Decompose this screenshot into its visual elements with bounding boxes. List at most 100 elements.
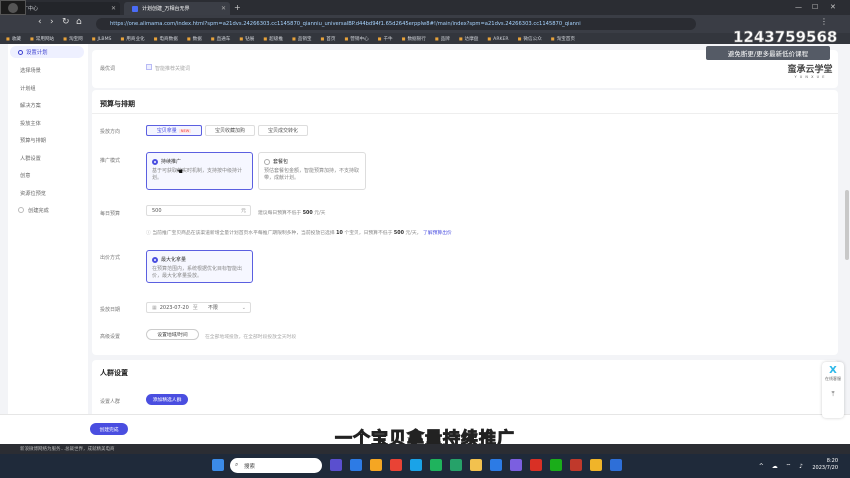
tab-plan-create[interactable]: 计划创建_万相台无界 ✕ — [124, 2, 230, 15]
new-tab-button[interactable]: + — [234, 3, 241, 12]
notice-link[interactable]: 了解预算出价 — [423, 231, 452, 236]
chrome-icon[interactable] — [470, 459, 482, 471]
app-icon[interactable] — [530, 459, 542, 471]
sidebar-item-scene[interactable]: 选择场景 — [20, 67, 41, 74]
bookmark-item[interactable]: 收藏 — [6, 36, 21, 42]
bookmark-item[interactable]: 首页 — [321, 36, 335, 42]
sidebar-item-label: 设置计划 — [26, 50, 48, 56]
bookmark-item[interactable]: 微信公众 — [518, 36, 541, 42]
scene-label: 投放方向 — [100, 129, 121, 135]
bookmark-item[interactable]: 达摩盘 — [459, 36, 479, 42]
input-value: 500 — [152, 207, 162, 214]
checkbox-icon[interactable] — [146, 64, 152, 70]
scene-option-traffic[interactable]: 宝贝拿量 NEW — [146, 125, 202, 136]
notice-text: 当前推广宝贝商品在该渠道新增全量计划首页水平每推广期限制多种，当前投放已选择 — [152, 231, 335, 236]
mode-option-package[interactable]: 套餐包 预估套餐包金额，智能预算加持，不支持取带，成献计划。 — [258, 152, 366, 190]
sidebar-item-finish[interactable]: 创建完成 — [28, 207, 49, 214]
add-crowd-button[interactable]: 添加精选人群 — [146, 394, 188, 405]
app-icon[interactable] — [370, 459, 382, 471]
tab-close-icon[interactable]: ✕ — [221, 5, 226, 12]
app-icon[interactable] — [330, 459, 342, 471]
sidebar-item-solution[interactable]: 解决方案 — [20, 102, 41, 109]
bookmark-item[interactable]: 淘宝首页 — [551, 36, 575, 42]
date-range-picker[interactable]: ▦ 2023-07-20 至 不限 ⌄ — [146, 302, 251, 313]
option-label: 宝贝拿量 — [156, 128, 177, 134]
app-icon[interactable] — [430, 459, 442, 471]
app-icon[interactable] — [450, 459, 462, 471]
close-window-icon[interactable]: ✕ — [830, 3, 836, 11]
divider — [92, 113, 838, 114]
reload-icon[interactable]: ↻ — [62, 17, 70, 27]
menu-icon[interactable]: ⋮ — [820, 17, 828, 26]
wps-icon[interactable] — [570, 459, 582, 471]
sidebar-item-subject[interactable]: 投放主体 — [20, 120, 41, 127]
page-scrollbar[interactable] — [845, 190, 849, 260]
bookmark-item[interactable]: JLBMS — [92, 36, 112, 42]
budget-card — [92, 90, 838, 355]
search-icon: ⌕ — [235, 461, 239, 468]
sidebar-item-active[interactable]: 设置计划 — [10, 46, 84, 58]
date-end: 不限 — [207, 305, 218, 311]
sidebar-item-budget[interactable]: 预算与排期 — [20, 137, 46, 144]
app-icon[interactable] — [390, 459, 402, 471]
sidebar-item-group[interactable]: 计划组 — [20, 85, 36, 92]
app-icon[interactable] — [350, 459, 362, 471]
bookmark-item[interactable]: 品销宝 — [292, 36, 312, 42]
option-desc: 预估套餐包金额，智能预算加持，不支持取带，成献计划。 — [264, 168, 360, 181]
input-unit: 元 — [240, 208, 246, 214]
app-icon[interactable] — [490, 459, 502, 471]
bookmark-item[interactable]: 淘宝网 — [63, 36, 83, 42]
app-icon[interactable] — [410, 459, 422, 471]
url-input[interactable]: https://one.alimama.com/index.html?spm=a… — [96, 18, 696, 30]
hint-unit: 元/天 — [314, 211, 326, 216]
back-to-top-icon[interactable]: ⤒ — [822, 390, 844, 399]
scene-option-collect[interactable]: 宝贝收藏加购 — [205, 125, 255, 136]
app-icon[interactable] — [510, 459, 522, 471]
mouse-cursor-icon: ☚ — [176, 167, 184, 176]
online-service-widget[interactable]: X 在线客服 ⤒ — [822, 362, 844, 418]
radio-icon — [152, 256, 158, 263]
bookmark-item[interactable]: 营销中心 — [345, 36, 368, 42]
tab-close-icon[interactable]: ✕ — [111, 5, 116, 12]
home-icon[interactable]: ⌂ — [76, 17, 82, 27]
start-menu-icon[interactable] — [212, 459, 224, 471]
bookmark-item[interactable]: 钻展 — [239, 36, 254, 42]
bookmark-item[interactable]: 数据 — [187, 36, 202, 42]
maximize-icon[interactable]: ☐ — [812, 3, 818, 11]
folder-icon[interactable] — [590, 459, 602, 471]
notice-mid: 个宝贝，日预算不低于 — [344, 231, 393, 236]
bookmark-item[interactable]: 用商业化 — [120, 36, 144, 42]
taskbar-search[interactable]: ⌕ 搜索 — [230, 458, 322, 473]
option-title: 持续推广 — [161, 159, 182, 165]
mode-option-continuous[interactable]: 持续推广 基于可获取的实时机制，支持按中级持计划。 — [146, 152, 253, 190]
bid-option-max[interactable]: 最大化拿量 在预算范围内，系统根据优化目标智能出价，最大化拿量投放。 — [146, 250, 253, 283]
crowd-card — [92, 360, 838, 420]
back-icon[interactable]: ‹ — [38, 17, 42, 27]
bookmark-item[interactable]: 常用网站 — [30, 36, 54, 42]
new-badge: NEW — [178, 128, 192, 133]
bookmark-item[interactable]: ARKER — [487, 36, 508, 42]
wechat-icon[interactable] — [550, 459, 562, 471]
minimize-icon[interactable]: — — [795, 3, 802, 11]
bookmark-item[interactable]: 千牛 — [378, 36, 392, 42]
bookmark-item[interactable]: 数据银行 — [402, 36, 425, 42]
bookmark-item[interactable]: 电商数据 — [154, 36, 177, 42]
clock-time: 8:20 — [826, 458, 838, 464]
daily-budget-input[interactable]: 500 元 — [146, 205, 251, 216]
forward-icon[interactable]: › — [50, 17, 54, 27]
section-title-crowd: 人群设置 — [100, 369, 128, 377]
app-icon[interactable] — [610, 459, 622, 471]
system-tray[interactable]: ^ ☁ ⌔ ♪ — [759, 462, 806, 470]
webcam-overlay — [0, 0, 26, 15]
bookmark-item[interactable]: 品牌 — [435, 36, 450, 42]
browser-tab-bar: 推广中心 ✕ 计划创建_万相台无界 ✕ — [0, 0, 850, 15]
scene-option-convert[interactable]: 宝贝成交转化 — [258, 125, 308, 136]
set-region-time-button[interactable]: 设置地域/时间 — [146, 329, 199, 340]
bookmark-item[interactable]: 直通车 — [211, 36, 231, 42]
promo-banner: 避免断更/更多最新低价课程 — [706, 46, 830, 60]
sidebar-item-crowd[interactable]: 人群设置 — [20, 155, 41, 162]
sidebar-item-creative[interactable]: 创意 — [20, 172, 30, 179]
bookmark-item[interactable]: 超级推 — [263, 36, 283, 42]
sidebar-item-preview[interactable]: 资源位预览 — [20, 190, 46, 197]
taskbar-clock[interactable]: 8:20 2023/7/20 — [812, 458, 838, 472]
